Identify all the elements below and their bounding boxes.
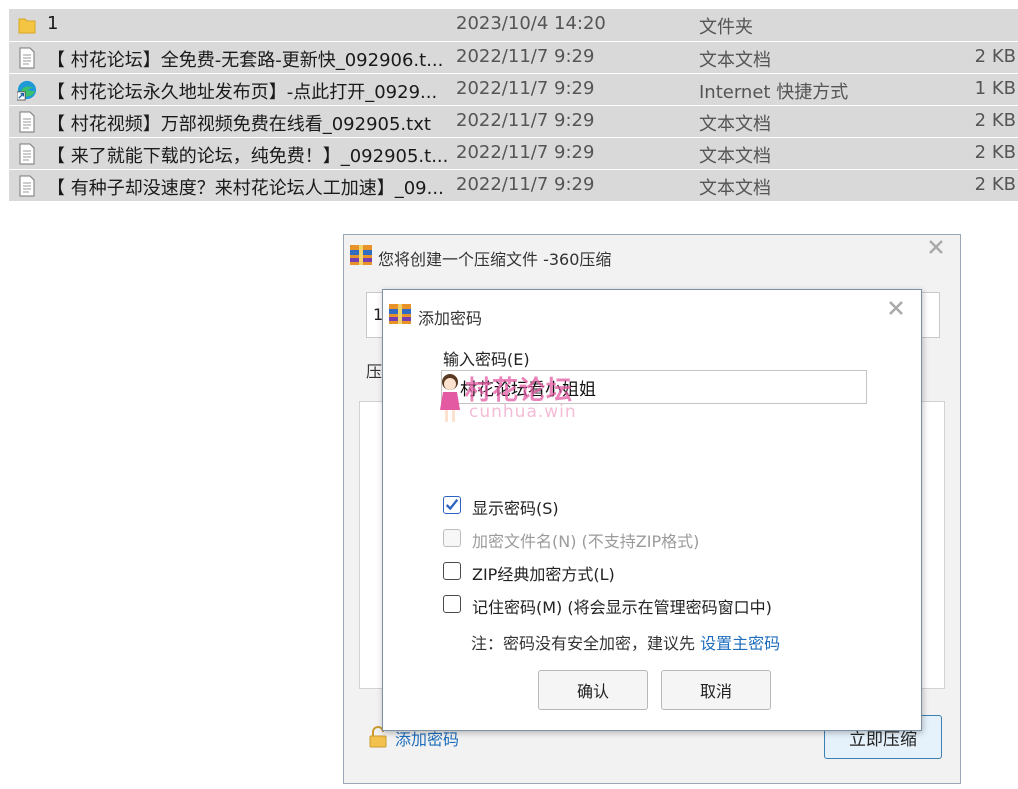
file-row[interactable]: 【 村花论坛】全免费-无套路-更新快_092906.t... 2022/11/7… (9, 41, 1018, 73)
file-type: 文件夹 (699, 17, 753, 38)
compress-options-label: 压 (366, 362, 383, 381)
zip-classic-encryption-checkbox[interactable] (443, 562, 461, 580)
security-note: 注：密码没有安全加密，建议先 设置主密码 (471, 630, 780, 654)
close-icon[interactable] (926, 237, 946, 257)
file-name: 【 村花论坛永久地址发布页】-点此打开_0929... (47, 82, 438, 103)
file-size: 2 KB (974, 110, 1016, 131)
cancel-button[interactable]: 取消 (661, 670, 771, 710)
add-password-dialog: 添加密码 输入密码(E) 村花论坛 cunhua.win 显示密码(S) 加密文… (382, 289, 922, 731)
file-date: 2022/11/7 9:29 (456, 78, 595, 99)
file-type: 文本文档 (699, 114, 771, 135)
file-name: 【 村花论坛】全免费-无套路-更新快_092906.t... (47, 50, 444, 71)
text-file-icon (19, 143, 35, 165)
remember-password-label: 记住密码(M) (将会显示在管理密码窗口中) (472, 598, 772, 617)
confirm-button[interactable]: 确认 (538, 670, 648, 710)
file-name: 【 有种子却没速度？来村花论坛人工加速】_09... (47, 178, 444, 199)
file-row[interactable]: 【 来了就能下载的论坛，纯免费！】_092905.t... 2022/11/7 … (9, 137, 1018, 169)
close-icon[interactable] (886, 298, 906, 318)
set-master-password-link[interactable]: 设置主密码 (700, 634, 780, 653)
file-date: 2022/11/7 9:29 (456, 174, 595, 195)
show-password-label: 显示密码(S) (472, 499, 559, 518)
dialog-title: 添加密码 (418, 309, 483, 328)
password-label: 输入密码(E) (443, 350, 530, 369)
folder-icon (18, 18, 36, 34)
file-row[interactable]: 【 有种子却没速度？来村花论坛人工加速】_09... 2022/11/7 9:2… (9, 169, 1018, 201)
check-icon (445, 498, 459, 511)
file-type: Internet 快捷方式 (699, 82, 849, 103)
internet-shortcut-icon (17, 80, 37, 101)
text-file-icon (19, 111, 35, 133)
show-password-checkbox[interactable] (443, 496, 461, 514)
file-name: 1 (47, 13, 59, 34)
archive-app-icon (389, 304, 411, 324)
encrypt-filenames-checkbox (443, 529, 461, 547)
file-size: 1 KB (974, 78, 1016, 99)
file-date: 2022/11/7 9:29 (456, 142, 595, 163)
text-file-icon (19, 175, 35, 197)
file-date: 2022/11/7 9:29 (456, 110, 595, 131)
encrypt-filenames-label: 加密文件名(N) (不支持ZIP格式) (472, 532, 700, 551)
file-date: 2022/11/7 9:29 (456, 46, 595, 67)
zip-classic-encryption-label: ZIP经典加密方式(L) (472, 565, 615, 584)
watermark-figure-icon (440, 374, 460, 422)
file-row[interactable]: 【 村花视频】万部视频免费在线看_092905.txt 2022/11/7 9:… (9, 105, 1018, 137)
file-name: 【 村花视频】万部视频免费在线看_092905.txt (47, 114, 431, 135)
file-size: 2 KB (974, 174, 1016, 195)
dialog-title: 您将创建一个压缩文件 -360压缩 (378, 250, 612, 269)
archive-app-icon (350, 245, 372, 265)
file-size: 2 KB (974, 46, 1016, 67)
file-size: 2 KB (974, 142, 1016, 163)
file-type: 文本文档 (699, 178, 771, 199)
file-name: 【 来了就能下载的论坛，纯免费！】_092905.t... (47, 146, 449, 167)
file-row[interactable]: 【 村花论坛永久地址发布页】-点此打开_0929... 2022/11/7 9:… (9, 73, 1018, 105)
file-type: 文本文档 (699, 50, 771, 71)
file-type: 文本文档 (699, 146, 771, 167)
file-row[interactable]: 1 2023/10/4 14:20 文件夹 (9, 9, 1018, 40)
text-file-icon (19, 47, 35, 69)
file-date: 2023/10/4 14:20 (456, 13, 606, 34)
remember-password-checkbox[interactable] (443, 595, 461, 613)
security-note-text: 注：密码没有安全加密，建议先 (471, 634, 701, 653)
file-list: 1 2023/10/4 14:20 文件夹 【 村花论坛】全免费-无套路-更新快… (9, 9, 1018, 201)
watermark-subtext: cunhua.win (469, 402, 577, 422)
